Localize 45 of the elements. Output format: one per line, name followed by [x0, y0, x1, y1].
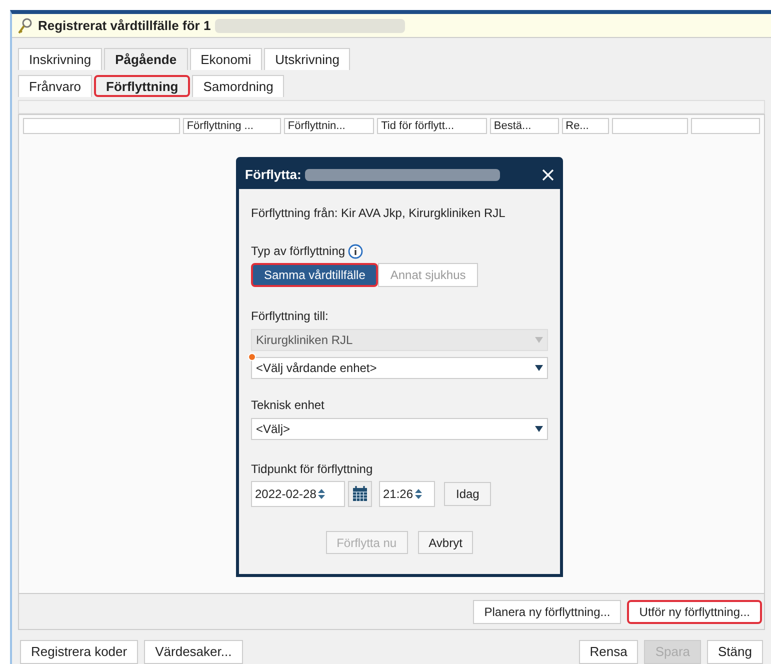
column-header[interactable]: Tid för förflytt... — [377, 118, 487, 134]
dropdown-field[interactable]: <Välj> — [251, 418, 548, 440]
action-button[interactable]: Utför ny förflyttning... — [627, 600, 762, 624]
field-label: Typ av förflyttning — [251, 243, 346, 260]
column-title: Förflyttnin... — [288, 120, 346, 132]
dropdown-caret-icon — [535, 365, 543, 371]
column-header[interactable]: Re... — [562, 118, 609, 134]
field-label: Tidpunkt för förflyttning — [251, 461, 374, 478]
action-button[interactable]: Planera ny förflyttning... — [473, 600, 622, 624]
field-label: Förflyttning till: — [251, 308, 330, 325]
tab[interactable]: Samordning — [192, 75, 284, 97]
today-button[interactable]: Idag — [444, 482, 492, 506]
column-header[interactable]: Bestä... — [490, 118, 559, 134]
dialog-button[interactable]: Avbryt — [418, 531, 474, 554]
toggle-option[interactable]: Samma vårdtillfälle — [251, 263, 378, 287]
column-title: Bestä... — [494, 120, 532, 132]
column-header[interactable]: Förflyttning ... — [182, 118, 281, 134]
date-field[interactable]: 2022-02-28 — [251, 481, 345, 507]
tab[interactable]: Förflyttning — [94, 75, 190, 97]
footer-button[interactable]: Rensa — [578, 640, 638, 664]
tab[interactable]: Inskrivning — [18, 48, 102, 70]
tab[interactable]: Pågående — [104, 48, 188, 70]
calendar-icon[interactable] — [348, 481, 372, 507]
tab[interactable]: Frånvaro — [18, 75, 92, 97]
tab[interactable]: Ekonomi — [190, 48, 262, 70]
column-header[interactable]: Förflyttnin... — [284, 118, 374, 134]
spinner-icon[interactable] — [318, 488, 326, 500]
spinner-icon[interactable] — [415, 488, 422, 500]
footer-button[interactable]: Registrera koder — [20, 640, 138, 664]
column-title: Förflyttning ... — [186, 120, 254, 132]
time-field[interactable]: 21:26 — [379, 481, 435, 507]
close-icon[interactable] — [542, 168, 554, 180]
dropdown-caret-icon — [535, 426, 543, 432]
tab[interactable]: Utskrivning — [264, 48, 350, 70]
info-icon[interactable] — [348, 244, 364, 258]
dialog-title: Förflytta: — [245, 166, 302, 184]
footer-button[interactable]: Värdesaker... — [144, 640, 243, 664]
column-title: Re... — [566, 120, 589, 132]
column-title: Tid för förflytt... — [381, 120, 454, 132]
key-icon — [16, 16, 34, 34]
dropdown-caret-icon — [535, 337, 543, 343]
window-title: Registrerat vårdtillfälle för 1 — [38, 16, 211, 35]
footer-button[interactable]: Stäng — [707, 640, 763, 664]
transfer-from-text: Förflyttning från: Kir AVA Jkp, Kirurgkliniken RJL — [251, 205, 506, 222]
field-label: Teknisk enhet — [251, 397, 326, 414]
